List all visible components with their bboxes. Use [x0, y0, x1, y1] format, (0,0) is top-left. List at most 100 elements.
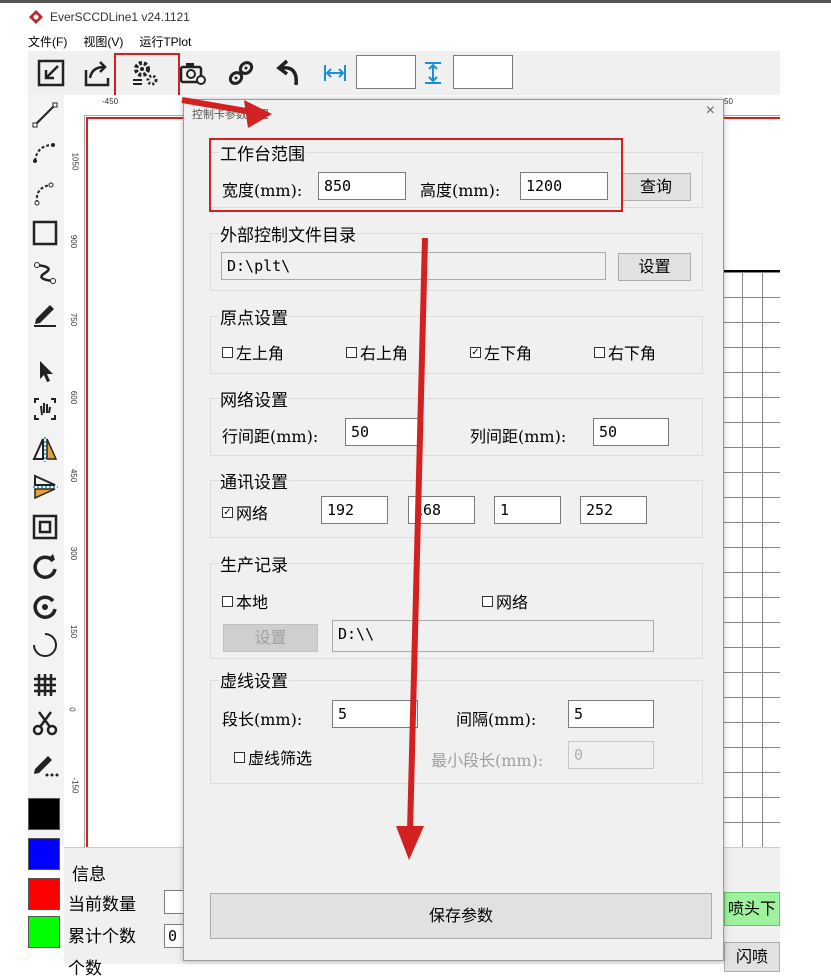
- origin-bottom-right-checkbox[interactable]: 右下角: [594, 340, 656, 364]
- circle-tool[interactable]: [28, 627, 62, 663]
- mirror-vertical-tool[interactable]: [28, 469, 62, 505]
- toolbar: [28, 51, 780, 99]
- origin-title: 原点设置: [219, 304, 289, 329]
- app-logo-icon: [29, 10, 43, 24]
- dash-title: 虚线设置: [219, 667, 289, 692]
- ruler-label: -450: [102, 97, 119, 106]
- chain-link-button[interactable]: [224, 57, 258, 89]
- top-strip: [0, 0, 831, 3]
- horizontal-span-button[interactable]: [320, 57, 350, 89]
- query-button[interactable]: 查询: [621, 173, 691, 201]
- checkbox-box: [234, 751, 245, 763]
- export-button[interactable]: [80, 57, 114, 89]
- production-network-label: 网络: [496, 593, 529, 612]
- rotate-step-tool[interactable]: [28, 589, 62, 625]
- ip-octet-4-input[interactable]: 252: [580, 496, 647, 524]
- origin-bottom-right-label: 右下角: [608, 344, 657, 363]
- import-icon: [37, 59, 65, 87]
- color-swatch-green[interactable]: [28, 916, 60, 948]
- rotate-tool[interactable]: [28, 549, 62, 585]
- edit-tool[interactable]: [28, 745, 62, 781]
- color-swatch-red[interactable]: [28, 878, 60, 910]
- save-params-button[interactable]: 保存参数: [210, 893, 712, 939]
- col-spacing-label: 列间距(mm):: [470, 427, 567, 446]
- frame-tool[interactable]: [28, 509, 62, 545]
- origin-bottom-left-checkbox[interactable]: ✓ 左下角: [470, 340, 532, 364]
- arc-tool[interactable]: [28, 135, 62, 171]
- mirror-vertical-icon: [33, 474, 58, 500]
- ruler-label: 300: [69, 546, 79, 561]
- rectangle-tool[interactable]: [28, 215, 62, 251]
- camera-settings-button[interactable]: [176, 57, 210, 89]
- checkbox-checked-icon: ✓: [470, 346, 481, 358]
- mirror-horizontal-tool[interactable]: [28, 431, 62, 467]
- flash-spray-button[interactable]: 闪喷: [724, 942, 780, 972]
- pan-tool[interactable]: [28, 391, 62, 427]
- undo-icon: [276, 59, 298, 86]
- menu-run-tplot[interactable]: 运行TPlot: [139, 33, 191, 51]
- bezier-tool-icon: [34, 262, 56, 284]
- rotate-step-icon: [33, 595, 57, 619]
- workbench-range-highlight: [209, 138, 623, 212]
- ruler-label: 600: [69, 390, 79, 405]
- ip-octet-1-input[interactable]: 192: [321, 496, 388, 524]
- ruler-label: 750: [69, 312, 79, 327]
- checkbox-box: [482, 595, 493, 607]
- toolbar-height-input[interactable]: [453, 55, 513, 89]
- camera-settings-icon: [179, 63, 206, 85]
- dash-filter-checkbox[interactable]: 虚线筛选: [234, 745, 312, 769]
- arc-tool-icon: [33, 143, 55, 163]
- production-network-checkbox[interactable]: 网络: [482, 589, 528, 613]
- ip-octet-3-input[interactable]: 1: [494, 496, 561, 524]
- ip-octet-2-input[interactable]: 168: [408, 496, 475, 524]
- menu-view[interactable]: 视图(V): [83, 33, 123, 51]
- color-swatch-black[interactable]: [28, 798, 60, 830]
- row-spacing-input[interactable]: 50: [345, 418, 421, 446]
- segment-length-input[interactable]: 5: [332, 700, 418, 728]
- production-set-button[interactable]: 设置: [223, 624, 318, 652]
- toolbar-width-input[interactable]: [356, 55, 416, 89]
- min-segment-input[interactable]: 0: [568, 741, 654, 769]
- select-tool[interactable]: [28, 353, 62, 389]
- chain-link-icon: [228, 61, 254, 85]
- app-title: EverSCCDLine1 v24.1121: [50, 10, 190, 24]
- close-icon[interactable]: ×: [706, 102, 715, 120]
- col-spacing-input[interactable]: 50: [593, 418, 669, 446]
- canvas-grid: [722, 270, 780, 849]
- bezier-tool[interactable]: [28, 255, 62, 291]
- pencil-edit-icon: [34, 756, 59, 777]
- rectangle-tool-icon: [32, 220, 58, 246]
- export-icon: [84, 61, 110, 87]
- import-button[interactable]: [34, 57, 68, 89]
- checkbox-box: [222, 595, 233, 607]
- current-count-label: 当前数量: [68, 895, 136, 915]
- curve-tool[interactable]: [28, 175, 62, 211]
- curve-tool-icon: [34, 182, 54, 206]
- cut-tool[interactable]: [28, 705, 62, 741]
- scissors-icon: [32, 711, 58, 736]
- checkbox-box: [222, 346, 233, 358]
- line-tool[interactable]: [28, 97, 62, 133]
- gap-input[interactable]: 5: [568, 700, 654, 728]
- dialog-title: 控制卡参数设置: [192, 109, 269, 121]
- color-swatch-blue[interactable]: [28, 838, 60, 870]
- vertical-span-button[interactable]: [418, 57, 448, 89]
- origin-top-left-checkbox[interactable]: 左上角: [222, 340, 284, 364]
- menu-file[interactable]: 文件(F): [28, 33, 67, 51]
- ruler-label: 0: [67, 707, 77, 712]
- comm-network-checkbox[interactable]: ✓ 网络: [222, 500, 268, 524]
- nozzle-down-button[interactable]: 喷头下: [724, 892, 780, 926]
- comm-title: 通讯设置: [219, 468, 289, 493]
- origin-top-right-checkbox[interactable]: 右上角: [346, 340, 408, 364]
- external-dir-path-field[interactable]: D:\plt\: [221, 252, 606, 280]
- external-dir-set-button[interactable]: 设置: [618, 253, 691, 281]
- production-path-field[interactable]: D:\\: [332, 620, 654, 652]
- ruler-label: 450: [69, 468, 79, 483]
- external-dir-title: 外部控制文件目录: [219, 221, 357, 246]
- undo-button[interactable]: [272, 57, 306, 89]
- production-local-label: 本地: [236, 593, 269, 612]
- production-local-checkbox[interactable]: 本地: [222, 589, 268, 613]
- partial-count-label: 个数: [68, 959, 102, 979]
- pen-tool[interactable]: [28, 295, 62, 331]
- grid-tool[interactable]: [28, 667, 62, 703]
